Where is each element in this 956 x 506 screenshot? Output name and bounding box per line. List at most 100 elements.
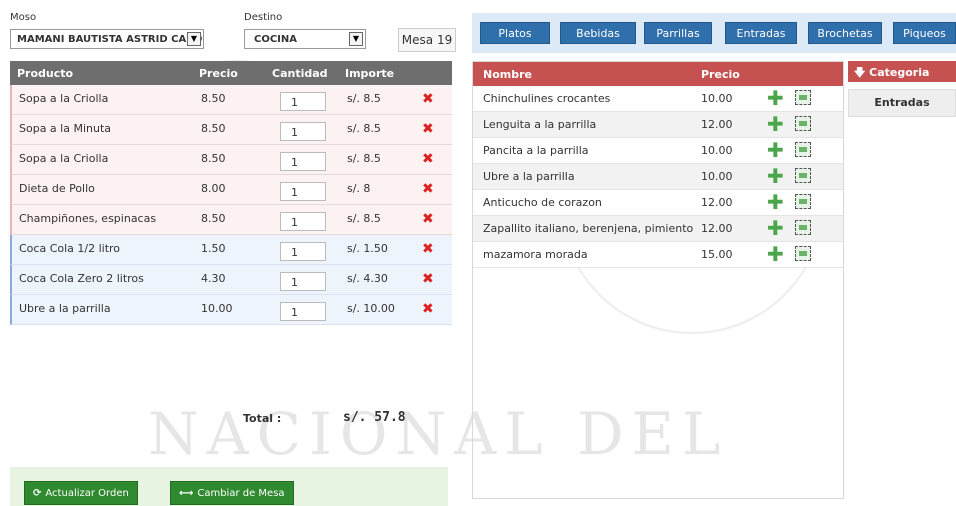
product-price: 12.00 — [701, 118, 733, 131]
quantity-input[interactable]: 1 — [280, 302, 326, 321]
order-product-amount: s/. 8.5 — [347, 152, 381, 165]
category-panel-header: 🡇 Categoria — [848, 61, 956, 82]
chevron-down-icon[interactable]: ▼ — [187, 32, 201, 46]
order-product-price: 10.00 — [201, 302, 233, 315]
order-product-name: Sopa a la Minuta — [19, 122, 112, 135]
order-product-name: Coca Cola 1/2 litro — [19, 242, 121, 255]
quantity-input[interactable]: 1 — [280, 182, 326, 201]
quantity-input[interactable]: 1 — [280, 152, 326, 171]
quantity-input[interactable]: 1 — [280, 272, 326, 291]
order-product-amount: s/. 8.5 — [347, 212, 381, 225]
list-item: Ubre a la parrilla 10.00 ✚ — [473, 164, 843, 190]
tab-parrillas[interactable]: Parrillas — [644, 22, 712, 44]
image-icon[interactable] — [795, 194, 811, 209]
order-product-amount: s/. 8 — [347, 182, 371, 195]
table-number-badge: Mesa 19 — [398, 28, 456, 52]
column-header-price: Precio — [701, 68, 740, 81]
product-name: Chinchulines crocantes — [483, 92, 611, 105]
product-price: 10.00 — [701, 170, 733, 183]
quantity-input[interactable]: 1 — [280, 242, 326, 261]
product-name: Anticucho de corazon — [483, 196, 602, 209]
close-icon[interactable]: ✖ — [422, 241, 434, 257]
order-product-amount: s/. 10.00 — [347, 302, 395, 315]
waiter-select[interactable]: MAMANI BAUTISTA ASTRID CARO ▼ — [10, 29, 204, 49]
table-row: Sopa a la Minuta 8.50 1 s/. 8.5 ✖ — [10, 115, 452, 145]
table-row: Sopa a la Criolla 8.50 1 s/. 8.5 ✖ — [10, 85, 452, 115]
order-product-amount: s/. 8.5 — [347, 122, 381, 135]
tab-platos[interactable]: Platos — [480, 22, 550, 44]
column-header-name: Nombre — [483, 68, 532, 81]
product-price: 15.00 — [701, 248, 733, 261]
close-icon[interactable]: ✖ — [422, 271, 434, 287]
table-row: Ubre a la parrilla 10.00 1 s/. 10.00 ✖ — [10, 295, 452, 325]
total-value: s/. 57.8 — [343, 410, 406, 425]
tab-brochetas[interactable]: Brochetas — [808, 22, 882, 44]
product-name: mazamora morada — [483, 248, 588, 261]
order-product-name: Dieta de Pollo — [19, 182, 95, 195]
destination-label: Destino — [244, 12, 283, 23]
column-header-amount: Importe — [345, 67, 395, 80]
product-name: Pancita a la parrilla — [483, 144, 589, 157]
close-icon[interactable]: ✖ — [422, 151, 434, 167]
change-table-label: Cambiar de Mesa — [197, 488, 285, 499]
close-icon[interactable]: ✖ — [422, 181, 434, 197]
product-price: 10.00 — [701, 144, 733, 157]
tab-bebidas[interactable]: Bebidas — [560, 22, 636, 44]
plus-icon[interactable]: ✚ — [767, 166, 784, 186]
image-icon[interactable] — [795, 246, 811, 261]
image-icon[interactable] — [795, 116, 811, 131]
product-list: Nombre Precio Chinchulines crocantes 10.0… — [472, 61, 844, 499]
order-product-price: 8.50 — [201, 92, 226, 105]
plus-icon[interactable]: ✚ — [767, 88, 784, 108]
plus-icon[interactable]: ✚ — [767, 140, 784, 160]
refresh-icon: ⟳ — [33, 488, 42, 499]
quantity-input[interactable]: 1 — [280, 92, 326, 111]
image-icon[interactable] — [795, 90, 811, 105]
close-icon[interactable]: ✖ — [422, 301, 434, 317]
plus-icon[interactable]: ✚ — [767, 114, 784, 134]
image-icon[interactable] — [795, 168, 811, 183]
tab-piqueos[interactable]: Piqueos — [893, 22, 956, 44]
order-product-price: 8.50 — [201, 152, 226, 165]
column-header-quantity: Cantidad — [272, 67, 328, 80]
chevron-down-icon[interactable]: ▼ — [349, 32, 363, 46]
order-product-amount: s/. 8.5 — [347, 92, 381, 105]
order-product-name: Sopa a la Criolla — [19, 92, 109, 105]
table-row: Sopa a la Criolla 8.50 1 s/. 8.5 ✖ — [10, 145, 452, 175]
image-icon[interactable] — [795, 220, 811, 235]
destination-select-value: COCINA — [254, 34, 298, 45]
order-product-price: 8.00 — [201, 182, 226, 195]
table-row: Champiñones, espinacas 8.50 1 s/. 8.5 ✖ — [10, 205, 452, 235]
tab-entradas[interactable]: Entradas — [725, 22, 797, 44]
product-price: 12.00 — [701, 196, 733, 209]
quantity-input[interactable]: 1 — [280, 122, 326, 141]
plus-icon[interactable]: ✚ — [767, 244, 784, 264]
order-product-price: 1.50 — [201, 242, 226, 255]
update-order-label: Actualizar Orden — [45, 488, 129, 499]
product-list-header: Nombre Precio — [473, 62, 843, 86]
plus-icon[interactable]: ✚ — [767, 218, 784, 238]
arrow-down-icon: 🡇 — [854, 66, 866, 79]
table-row: Dieta de Pollo 8.00 1 s/. 8 ✖ — [10, 175, 452, 205]
product-price: 12.00 — [701, 222, 733, 235]
quantity-input[interactable]: 1 — [280, 212, 326, 231]
order-product-name: Champiñones, espinacas — [19, 212, 157, 225]
waiter-select-value: MAMANI BAUTISTA ASTRID CARO — [17, 34, 203, 45]
image-icon[interactable] — [795, 142, 811, 157]
product-name: Lenguita a la parrilla — [483, 118, 597, 131]
update-order-button[interactable]: ⟳ Actualizar Orden — [24, 481, 138, 505]
close-icon[interactable]: ✖ — [422, 121, 434, 137]
order-product-amount: s/. 1.50 — [347, 242, 388, 255]
list-item: Zapallito italiano, berenjena, pimiento 1… — [473, 216, 843, 242]
table-row: Coca Cola Zero 2 litros 4.30 1 s/. 4.30 ✖ — [10, 265, 452, 295]
product-name: Zapallito italiano, berenjena, pimiento — [483, 222, 694, 235]
category-item-selected[interactable]: Entradas — [848, 89, 956, 117]
column-header-product: Producto — [17, 67, 74, 80]
close-icon[interactable]: ✖ — [422, 91, 434, 107]
plus-icon[interactable]: ✚ — [767, 192, 784, 212]
table-row: Coca Cola 1/2 litro 1.50 1 s/. 1.50 ✖ — [10, 235, 452, 265]
column-header-price: Precio — [199, 67, 238, 80]
destination-select[interactable]: COCINA ▼ — [244, 29, 366, 49]
change-table-button[interactable]: ⟷ Cambiar de Mesa — [170, 481, 294, 505]
close-icon[interactable]: ✖ — [422, 211, 434, 227]
